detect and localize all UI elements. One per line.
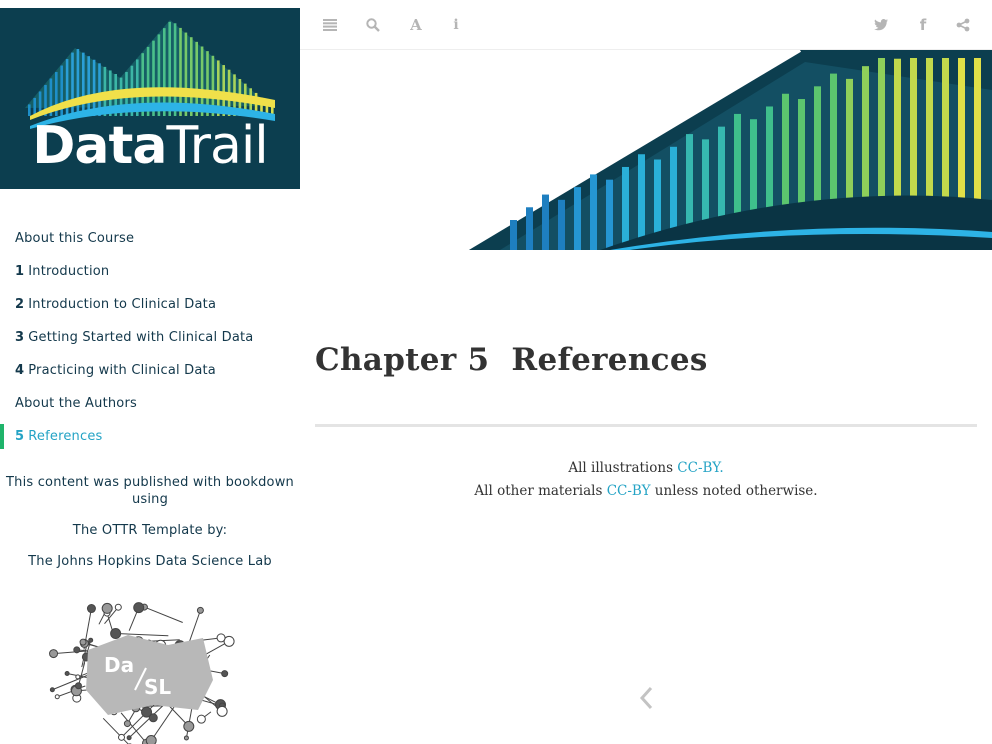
credits: This content was published with bookdown… (0, 474, 300, 570)
title-divider (315, 424, 977, 427)
toc-item-label: Introduction to Clinical Data (28, 297, 217, 312)
toc-item-practicing-with-clinical-data[interactable]: 4 Practicing with Clinical Data (0, 354, 300, 387)
ottr-credit[interactable]: The OTTR Template by: (0, 522, 300, 539)
search-icon[interactable] (362, 14, 384, 36)
chapter-number: Chapter 5 (315, 342, 490, 378)
logo-wordmark: DataTrail (32, 116, 268, 176)
toc-item-introduction-to-clinical-data[interactable]: 2 Introduction to Clinical Data (0, 288, 300, 321)
toc-item-getting-started-with-clinical-data[interactable]: 3 Getting Started with Clinical Data (0, 321, 300, 354)
previous-page-icon[interactable] (636, 684, 658, 712)
bookdown-credit: This content was published with bookdown… (6, 475, 294, 507)
toc-item-number: 4 (15, 363, 25, 378)
font-settings-icon[interactable]: A (405, 14, 427, 36)
twitter-icon[interactable] (870, 14, 892, 36)
toc-item-label: Getting Started with Clinical Data (28, 330, 254, 345)
license-notice: All illustrations CC-BY. All other mater… (315, 457, 977, 503)
toc-item-references[interactable]: 5 References (0, 420, 300, 453)
menu-icon[interactable] (319, 14, 341, 36)
cc-by-materials-link[interactable]: CC-BY (607, 483, 651, 499)
jhu-lab-credit[interactable]: The Johns Hopkins Data Science Lab (0, 553, 300, 570)
facebook-icon[interactable]: f (912, 14, 934, 36)
table-of-contents: About this Course 1 Introduction 2 Introduct… (0, 222, 300, 453)
course-banner (300, 50, 992, 250)
toc-item-introduction[interactable]: 1 Introduction (0, 255, 300, 288)
license-text: unless noted otherwise. (650, 483, 818, 499)
license-text: All other materials (474, 483, 607, 499)
toc-item-number: 2 (15, 297, 25, 312)
toolbar: A i f (300, 0, 992, 50)
toc-item-about-this-course[interactable]: About this Course (0, 222, 300, 255)
svg-text:Da: Da (104, 653, 134, 677)
toc-item-label: Introduction (28, 264, 110, 279)
toc-item-number: 3 (15, 330, 25, 345)
toc-item-number: 1 (15, 264, 25, 279)
license-text: All illustrations (568, 460, 678, 476)
toc-item-label: About the Authors (15, 396, 137, 411)
info-icon[interactable]: i (445, 14, 467, 36)
share-icon[interactable] (952, 14, 974, 36)
toc-item-label: About this Course (15, 231, 135, 246)
toc-item-label: Practicing with Clinical Data (28, 363, 216, 378)
dasl-logo[interactable]: Da SL (38, 590, 242, 744)
svg-text:SL: SL (144, 675, 171, 699)
page-title: Chapter 5 References (315, 342, 708, 378)
toc-item-label: References (28, 429, 103, 444)
cc-by-illustrations-link[interactable]: CC-BY. (677, 460, 723, 476)
toc-item-number: 5 (15, 429, 25, 444)
datatrail-logo: DataTrail (0, 8, 300, 189)
chapter-name: References (511, 342, 708, 378)
sidebar: DataTrail About this Course 1 Introduction… (0, 0, 300, 744)
toc-item-about-the-authors[interactable]: About the Authors (0, 387, 300, 420)
